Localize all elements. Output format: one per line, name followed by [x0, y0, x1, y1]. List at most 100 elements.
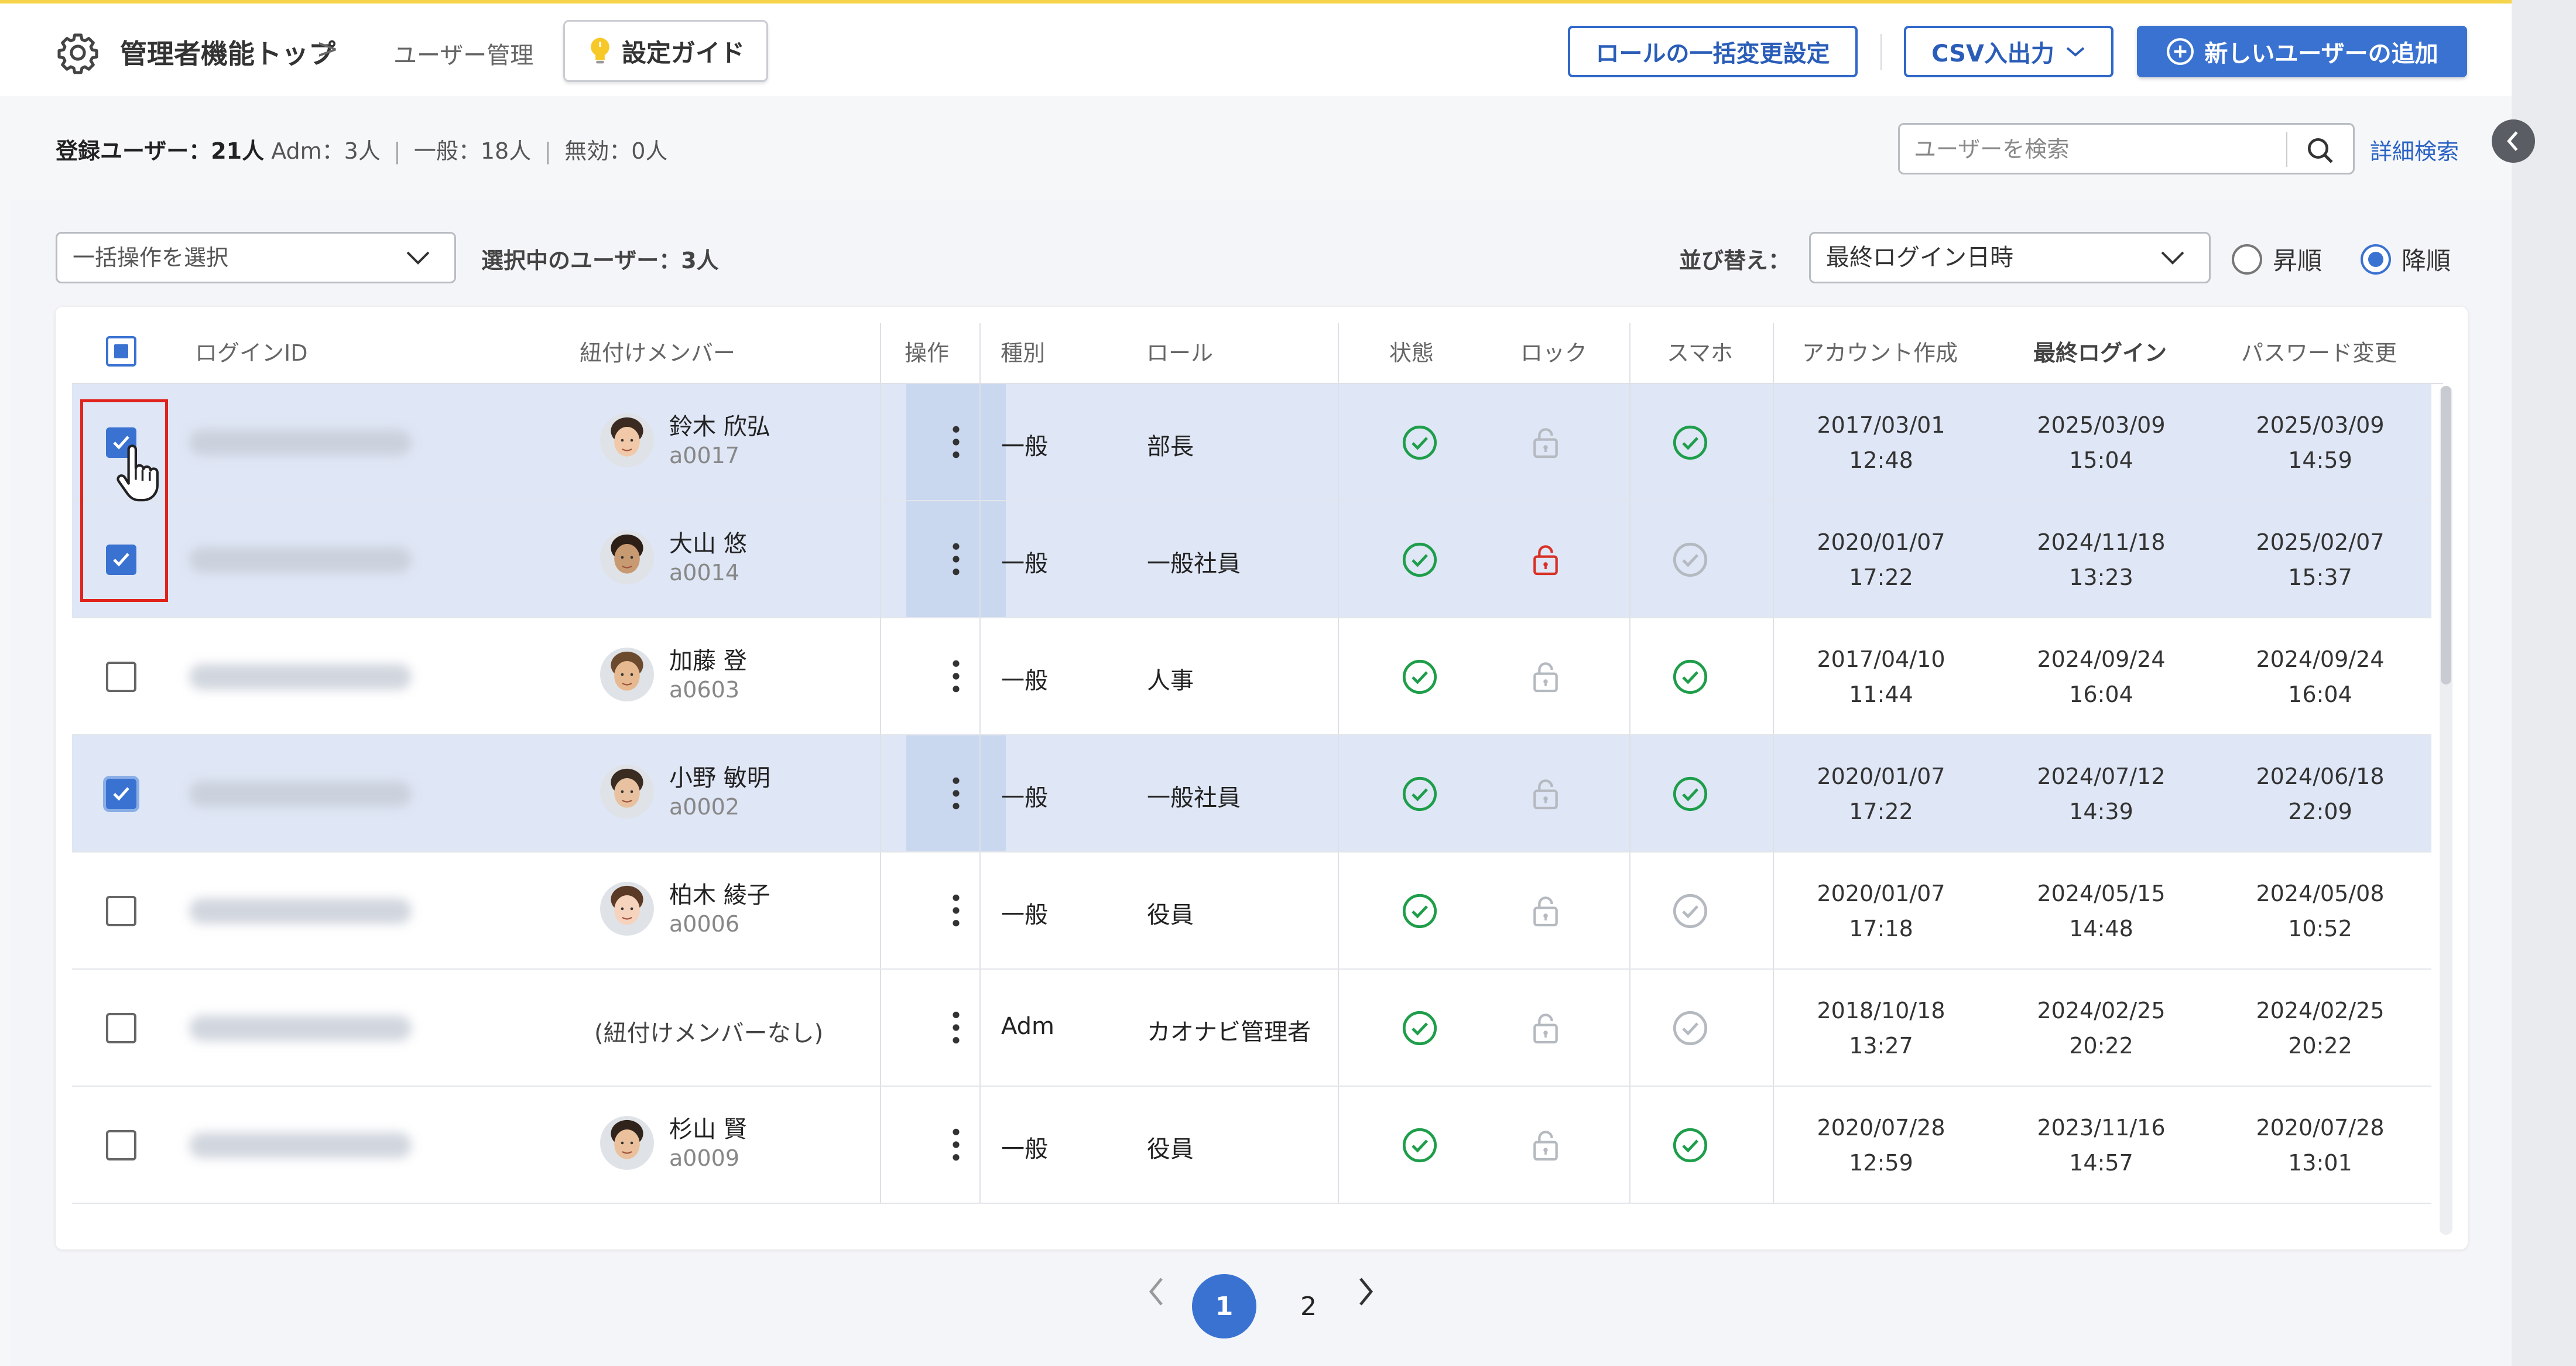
col-last-login[interactable]: 最終ログイン — [2033, 335, 2167, 367]
col-login-id[interactable]: ログインID — [195, 335, 307, 367]
login-id-blurred — [189, 430, 412, 456]
column-divider — [880, 970, 881, 1086]
col-phone[interactable]: スマホ — [1667, 335, 1733, 367]
created-date: 2020/07/28 — [1817, 1115, 1945, 1141]
phone-disabled-icon — [1671, 1009, 1709, 1047]
member-name[interactable]: 鈴木 欣弘 — [669, 408, 770, 441]
col-lock[interactable]: ロック — [1520, 335, 1587, 367]
user-type: 一般 — [1001, 902, 1048, 929]
column-divider — [880, 735, 881, 851]
sort-desc-radio[interactable]: 降順 — [2361, 241, 2451, 277]
member-name[interactable]: 柏木 綾子 — [669, 876, 770, 910]
last-login-time: 14:39 — [2069, 799, 2133, 824]
column-divider — [1629, 384, 1630, 500]
member-id: a0002 — [669, 794, 739, 820]
member-name[interactable]: 小野 敏明 — [669, 759, 770, 793]
table-row[interactable]: (紐付けメンバーなし) Adm カオナビ管理者 2018/10/18 13:27 2024… — [72, 970, 2431, 1087]
login-id-blurred — [189, 547, 412, 573]
col-status[interactable]: 状態 — [1389, 335, 1434, 367]
last-login-time: 15:04 — [2069, 447, 2133, 473]
search-icon[interactable] — [2304, 134, 2337, 167]
add-user-button[interactable]: 新しいユーザーの追加 — [2137, 26, 2467, 77]
row-checkbox[interactable] — [106, 779, 136, 809]
last-login-datetime: 2024/05/15 14:48 — [2013, 876, 2189, 946]
more-vertical-icon[interactable] — [950, 541, 962, 577]
prev-page-icon[interactable] — [1145, 1274, 1169, 1309]
table-row[interactable]: 加藤 登 a0603 一般 人事 2017/04/10 11:44 2024/09/24 16… — [72, 618, 2431, 735]
page-title[interactable]: 管理者機能トップ — [120, 33, 335, 71]
collapse-panel-button[interactable] — [2492, 119, 2535, 163]
row-checkbox[interactable] — [106, 896, 136, 926]
status-active-icon — [1401, 658, 1438, 696]
lock-icon — [1527, 424, 1564, 461]
created-datetime: 2020/01/07 17:18 — [1793, 876, 1969, 946]
col-created[interactable]: アカウント作成 — [1802, 335, 1958, 367]
role-bulk-change-button[interactable]: ロールの一括変更設定 — [1568, 26, 1858, 77]
lightbulb-icon — [591, 37, 609, 64]
more-vertical-icon[interactable] — [950, 1127, 962, 1163]
last-login-datetime: 2024/11/18 13:23 — [2013, 525, 2189, 595]
stats-divider: | — [393, 138, 401, 164]
last-login-datetime: 2024/07/12 14:39 — [2013, 759, 2189, 829]
row-checkbox[interactable] — [106, 1130, 136, 1160]
pw-change-date: 2024/06/18 — [2256, 764, 2385, 789]
member-avatar — [600, 648, 654, 701]
member-name[interactable]: 大山 悠 — [669, 525, 747, 559]
setup-guide-button[interactable]: 設定ガイド — [563, 20, 768, 82]
sort-asc-radio[interactable]: 昇順 — [2232, 241, 2322, 277]
more-vertical-icon[interactable] — [950, 424, 962, 460]
pw-change-time: 16:04 — [2288, 682, 2352, 707]
user-type: 一般 — [1001, 550, 1048, 577]
chevron-down-icon — [2161, 251, 2184, 265]
column-divider — [1338, 323, 1339, 384]
column-divider — [979, 501, 981, 617]
more-vertical-icon[interactable] — [950, 1009, 962, 1046]
more-vertical-icon[interactable] — [950, 892, 962, 929]
page-1-button[interactable]: 1 — [1192, 1274, 1256, 1338]
col-pw-change[interactable]: パスワード変更 — [2241, 335, 2397, 367]
user-role: 役員 — [1147, 902, 1194, 929]
column-divider — [880, 384, 881, 500]
column-divider — [1629, 970, 1630, 1086]
table-row[interactable]: 杉山 賢 a0009 一般 役員 2020/07/28 12:59 2023/11/16 14… — [72, 1087, 2431, 1204]
sort-select[interactable]: 最終ログイン日時 — [1809, 232, 2211, 283]
table-scrollbar-thumb[interactable] — [2441, 386, 2451, 684]
user-role: 役員 — [1147, 1136, 1194, 1163]
csv-io-button[interactable]: CSV入出力 — [1904, 26, 2113, 77]
column-divider — [1338, 970, 1339, 1086]
user-search — [1898, 123, 2355, 174]
created-datetime: 2017/03/01 12:48 — [1793, 408, 1969, 478]
col-member[interactable]: 紐付けメンバー — [580, 335, 735, 367]
table-row[interactable]: 鈴木 欣弘 a0017 一般 部長 2017/03/01 12:48 2025/03/09 1… — [72, 384, 2431, 501]
lock-icon — [1527, 1009, 1564, 1047]
table-row[interactable]: 小野 敏明 a0002 一般 一般社員 2020/01/07 17:22 2024/07/1… — [72, 735, 2431, 853]
advanced-search-link[interactable]: 詳細検索 — [2370, 133, 2459, 166]
more-vertical-icon[interactable] — [950, 775, 962, 812]
member-name[interactable]: 加藤 登 — [669, 642, 747, 676]
next-page-icon[interactable] — [1354, 1274, 1377, 1309]
col-role[interactable]: ロール — [1146, 335, 1213, 367]
created-date: 2017/04/10 — [1817, 646, 1945, 672]
right-gutter — [2512, 0, 2576, 1366]
column-divider — [880, 1087, 881, 1203]
select-all-checkbox[interactable] — [106, 336, 136, 367]
table-row[interactable]: 大山 悠 a0014 一般 一般社員 2020/01/07 17:22 2024/11/18… — [72, 501, 2431, 618]
page-2-button[interactable]: 2 — [1282, 1274, 1335, 1338]
column-divider — [1629, 853, 1630, 968]
status-active-icon — [1401, 541, 1438, 578]
login-id-blurred — [189, 664, 412, 690]
more-vertical-icon[interactable] — [950, 658, 962, 694]
gear-icon[interactable] — [56, 30, 100, 75]
pw-change-date: 2025/02/07 — [2256, 529, 2385, 555]
col-operation: 操作 — [905, 340, 950, 366]
table-row[interactable]: 柏木 綾子 a0006 一般 役員 2020/01/07 17:18 2024/05/15 1… — [72, 853, 2431, 970]
lock-locked-icon[interactable] — [1527, 541, 1564, 578]
pw-change-time: 14:59 — [2288, 447, 2352, 473]
row-checkbox[interactable] — [106, 1013, 136, 1043]
search-input[interactable] — [1914, 132, 2289, 167]
bulk-action-select[interactable]: 一括操作を選択 — [56, 232, 456, 283]
row-checkbox[interactable] — [106, 662, 136, 692]
member-name[interactable]: 杉山 賢 — [669, 1110, 747, 1144]
col-type[interactable]: 種別 — [1001, 335, 1045, 367]
search-divider — [2286, 132, 2287, 167]
